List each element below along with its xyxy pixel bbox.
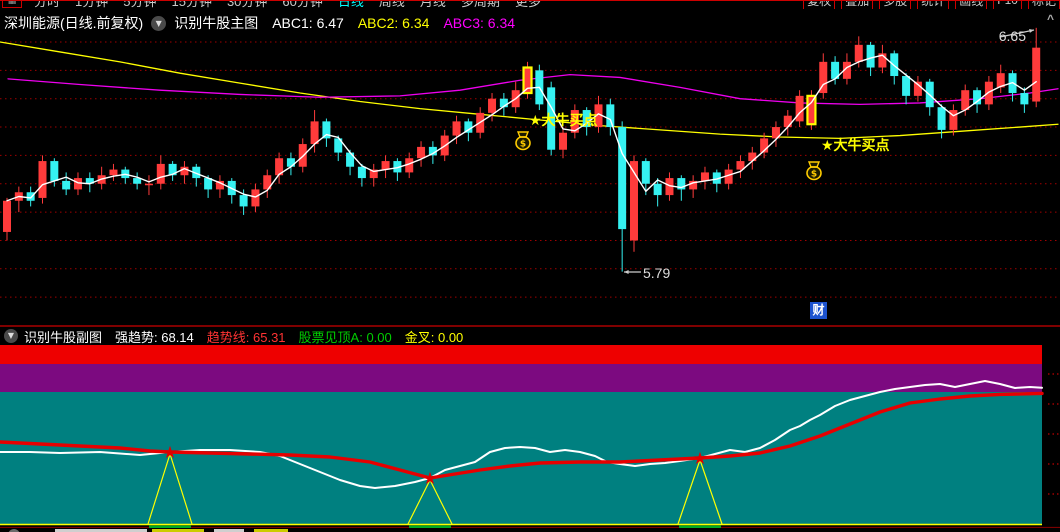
candle-body: [239, 195, 248, 207]
symbol-header: 深圳能源(日线.前复权) ▼ 识别牛股主图 ABC1: 6.47 ABC2: 6.…: [0, 10, 1060, 36]
period-item-5[interactable]: 60分钟: [282, 1, 322, 9]
candle-body: [890, 53, 899, 77]
period-item-4[interactable]: 30分钟: [227, 1, 267, 9]
candle-body: [783, 115, 792, 128]
candle-body: [618, 127, 627, 230]
price-annotation: 5.79: [643, 265, 670, 281]
cross-star-marker: ★: [422, 469, 437, 489]
candle-body: [488, 98, 497, 113]
candle-body: [795, 95, 804, 122]
candle-body: [653, 183, 662, 196]
toolbar-button-6[interactable]: 标记: [1027, 1, 1060, 9]
candle-body: [144, 183, 153, 186]
svg-text:$: $: [520, 140, 526, 150]
candle-body: [641, 161, 650, 184]
sub-band: [0, 364, 1042, 392]
partial-panel-header: [0, 528, 1060, 532]
candle-body: [417, 146, 426, 159]
chart-canvas[interactable]: ★大牛买点★大牛买点$$6.655.79★★★: [0, 0, 1060, 532]
candle-body: [357, 166, 366, 179]
chevron-down-icon[interactable]: ▼: [151, 15, 167, 31]
candle-body: [606, 104, 615, 128]
period-item-7[interactable]: 周线: [379, 1, 405, 9]
candle-body: [251, 189, 260, 207]
indicator-value-3: 金叉: 0.00: [404, 329, 464, 345]
money-bag-icon: $: [515, 131, 531, 151]
chevron-down-icon[interactable]: ▼: [4, 329, 18, 343]
toolbar-button-1[interactable]: 叠加: [841, 1, 874, 9]
candle-body: [1020, 93, 1029, 105]
buy-point-label: ★大牛买点: [529, 112, 598, 128]
annotation-arrowhead: [624, 270, 629, 274]
collapse-caret-icon[interactable]: ^: [1047, 12, 1054, 26]
app-grid-icon[interactable]: ▦: [2, 1, 22, 8]
candle-body: [109, 169, 118, 176]
candle-body: [50, 161, 59, 181]
buy-point-label: ★大牛买点: [821, 137, 890, 153]
buy-signal-candle: [806, 94, 817, 126]
candle-body: [381, 161, 390, 170]
candle-body: [1032, 47, 1041, 102]
indicator-value-2: ABC3: 6.34: [443, 15, 516, 31]
candle-body: [700, 172, 709, 181]
indicator-value-0: ABC1: 6.47: [272, 15, 344, 31]
candle-body: [984, 81, 993, 105]
info-flag-badge[interactable]: 财: [810, 302, 827, 319]
sub-band: [0, 345, 1042, 364]
toolbar-button-4[interactable]: 画线: [955, 1, 988, 9]
period-item-6[interactable]: 日线: [338, 1, 364, 9]
candle-body: [748, 152, 757, 162]
candle-body: [961, 90, 970, 111]
candle-body: [38, 161, 47, 198]
sub-indicator-name: 识别牛股副图: [24, 329, 103, 345]
cross-star-marker: ★: [692, 449, 707, 469]
toolbar-button-5[interactable]: F10: [993, 1, 1022, 9]
candle-body: [3, 200, 11, 232]
indicator-value-1: ABC2: 6.34: [357, 15, 430, 31]
period-item-1[interactable]: 1分钟: [75, 1, 108, 9]
money-bag-icon: $: [806, 161, 822, 181]
period-item-8[interactable]: 月线: [420, 1, 446, 9]
candle-body: [26, 192, 35, 201]
svg-text:$: $: [811, 170, 817, 180]
period-item-3[interactable]: 15分钟: [171, 1, 211, 9]
toolbar-button-2[interactable]: 多股: [879, 1, 912, 9]
candle-body: [156, 163, 165, 184]
candle-body: [559, 132, 568, 150]
candle-body: [62, 180, 71, 190]
candle-body: [73, 178, 82, 190]
period-item-10[interactable]: 更多: [515, 1, 541, 9]
toolbar-button-0[interactable]: 复权: [803, 1, 836, 9]
ma-magenta: [7, 73, 1059, 106]
symbol-title: 深圳能源(日线.前复权): [4, 15, 144, 31]
indicator-value-1: 趋势线: 65.31: [206, 329, 286, 345]
period-item-2[interactable]: 5分钟: [123, 1, 156, 9]
candle-body: [452, 121, 461, 136]
indicator-value-0: 强趋势: 68.14: [115, 329, 194, 345]
sub-indicator-header: ▼ 识别牛股副图 强趋势: 68.14 趋势线: 65.31 股票见顶A: 0.00…: [0, 327, 1060, 345]
candle-body: [854, 44, 863, 62]
toolbar-button-3[interactable]: 统计: [917, 1, 950, 9]
candle-body: [866, 44, 875, 68]
stock-app-window: ★大牛买点 ★大牛买点 $ $6.65 5.79 ★ ★ ★ ▦ 分时 1分钟 5分钟 15分钟 30…: [0, 0, 1060, 532]
period-item-9[interactable]: 多周期: [461, 1, 500, 9]
main-indicator-name: 识别牛股主图: [174, 15, 259, 31]
indicator-value-2: 股票见顶A: 0.00: [298, 329, 392, 345]
period-item-0[interactable]: 分时: [34, 1, 60, 9]
cross-star-marker: ★: [162, 443, 177, 463]
candle-body: [286, 158, 295, 167]
candle-body: [310, 121, 319, 145]
candle-body: [937, 107, 946, 130]
candle-body: [902, 76, 911, 96]
period-toolbar: ▦ 分时 1分钟 5分钟 15分钟 30分钟 60分钟 日线 周线 月线 多周期 更多 复权 叠加 多股…: [0, 0, 1060, 9]
